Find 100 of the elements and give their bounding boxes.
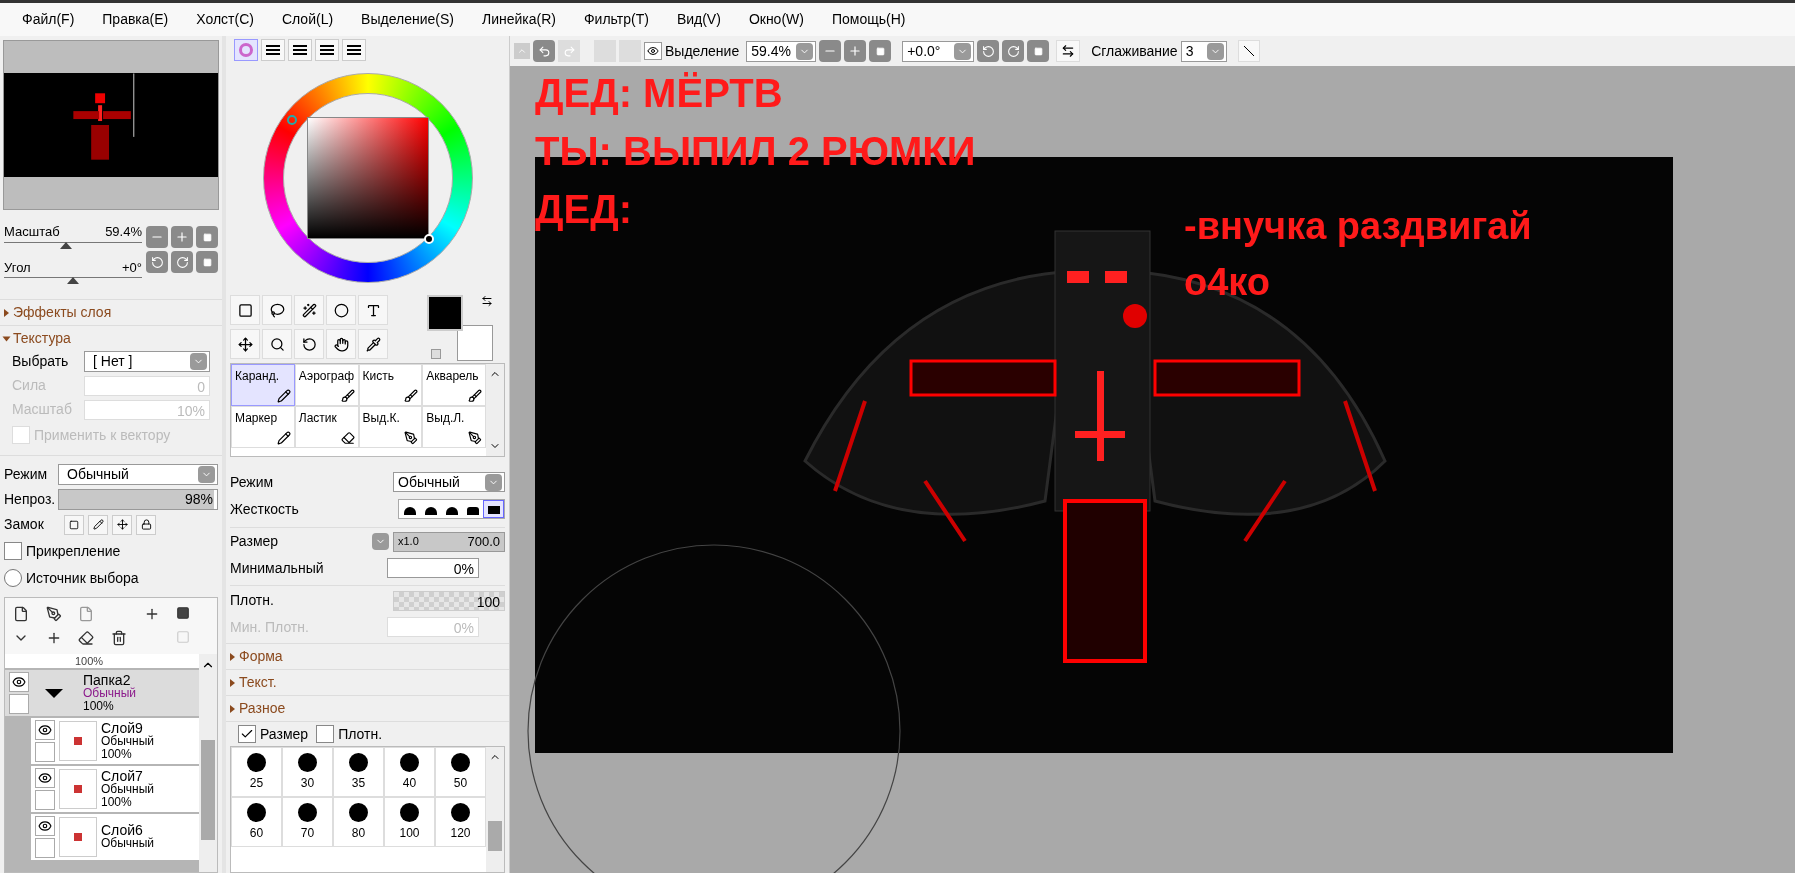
saturation-value-square[interactable] <box>306 117 429 239</box>
eyedropper-button[interactable] <box>358 329 388 359</box>
brush-size-preset[interactable]: 25 <box>231 747 282 797</box>
move-tool-button[interactable] <box>230 329 260 359</box>
min-size-field[interactable]: 0% <box>387 558 479 578</box>
layer-row[interactable]: Слой7 Обычный 100% <box>31 766 199 812</box>
reset-rotation-button[interactable] <box>1027 40 1050 62</box>
section-header[interactable]: Форма <box>226 643 509 669</box>
zoom-tool-button[interactable] <box>262 329 292 359</box>
transparent-color-icon[interactable] <box>431 349 441 359</box>
color-panel-tab[interactable] <box>342 39 366 61</box>
hardness-option[interactable] <box>483 500 504 518</box>
menu-item[interactable]: Окно(W) <box>734 9 818 30</box>
brush-size-preset[interactable]: 35 <box>333 747 384 797</box>
lock-paint-button[interactable] <box>88 514 108 535</box>
brush-slot[interactable]: Ластик <box>294 406 359 448</box>
lock-move-button[interactable] <box>112 514 132 535</box>
reset-rotation-button[interactable] <box>196 251 218 273</box>
brush-size-preset[interactable]: 50 <box>435 747 486 797</box>
brush-slot[interactable]: Аэрограф <box>294 364 359 406</box>
brush-size-preset[interactable]: 70 <box>282 797 333 847</box>
lock-transparency-button[interactable] <box>64 514 84 535</box>
checkbox[interactable] <box>4 542 22 560</box>
color-marker-icon[interactable] <box>423 234 434 244</box>
scrollbar-thumb[interactable] <box>488 821 502 851</box>
brush-size-preset[interactable]: 80 <box>333 797 384 847</box>
rotate-left-button[interactable] <box>977 40 1000 62</box>
selection-visibility-button[interactable] <box>644 42 662 60</box>
shape-tool-button[interactable] <box>326 295 356 325</box>
menu-item[interactable]: Правка(E) <box>88 9 183 30</box>
brush-slot[interactable]: Каранд. <box>231 364 295 406</box>
hue-marker-icon[interactable] <box>286 115 297 125</box>
scrollbar[interactable] <box>199 654 217 872</box>
secondary-color-swatch[interactable] <box>457 325 493 361</box>
menu-item[interactable]: Файл(F) <box>8 9 89 30</box>
opacity-slider[interactable]: 98% <box>58 489 218 510</box>
layer-row[interactable]: Слой9 Обычный 100% <box>31 718 199 764</box>
menu-item[interactable]: Фильтр(T) <box>569 9 663 30</box>
checkbox[interactable] <box>238 725 256 743</box>
menu-item[interactable]: Выделение(S) <box>347 9 468 30</box>
primary-color-swatch[interactable] <box>427 295 463 331</box>
undo-button[interactable] <box>533 40 555 62</box>
slider-thumb[interactable] <box>67 277 79 284</box>
scrollbar-thumb[interactable] <box>201 740 215 840</box>
texture-dropdown[interactable]: [ Нет ] <box>84 351 210 372</box>
color-panel-tab[interactable] <box>234 39 258 61</box>
brush-slot[interactable]: Кисть <box>358 364 423 406</box>
menu-item[interactable]: Слой(L) <box>267 9 348 30</box>
menu-item[interactable]: Помощь(H) <box>817 9 920 30</box>
scrollbar[interactable] <box>486 747 504 872</box>
rotate-tool-button[interactable] <box>294 329 324 359</box>
folder-expand-icon[interactable] <box>45 688 63 698</box>
flip-button[interactable] <box>1056 40 1081 62</box>
color-panel-tab[interactable] <box>261 39 285 61</box>
brush-size-preset[interactable]: 30 <box>282 747 333 797</box>
menu-item[interactable]: Линейка(R) <box>467 9 570 30</box>
zoom-in-button[interactable] <box>844 40 867 62</box>
menu-item[interactable]: Вид(V) <box>662 9 735 30</box>
rotate-right-button[interactable] <box>171 251 193 273</box>
brush-size-preset[interactable]: 100 <box>384 797 435 847</box>
blend-mode-dropdown[interactable]: Обычный <box>58 464 218 485</box>
visibility-toggle[interactable] <box>35 720 55 740</box>
magic-wand-button[interactable] <box>294 295 324 325</box>
visibility-toggle[interactable] <box>9 672 29 692</box>
zoom-out-button[interactable] <box>819 40 842 62</box>
dropdown-button[interactable] <box>1206 42 1224 60</box>
scrollbar[interactable] <box>486 364 504 456</box>
brush-size-preset[interactable]: 60 <box>231 797 282 847</box>
brush-mode-dropdown[interactable]: Обычный <box>393 472 505 492</box>
color-panel-tab[interactable] <box>288 39 312 61</box>
section-header[interactable]: Разное <box>226 695 509 721</box>
hand-tool-button[interactable] <box>326 329 356 359</box>
dropdown-button[interactable] <box>485 473 502 491</box>
rotate-left-button[interactable] <box>146 251 168 273</box>
layer-row[interactable]: Слой6 Обычный <box>31 814 199 860</box>
color-panel-tab[interactable] <box>315 39 339 61</box>
dropdown-button[interactable] <box>796 42 814 60</box>
folder-row[interactable]: Папка2 Обычный 100% <box>5 670 199 716</box>
rotate-right-button[interactable] <box>1002 40 1025 62</box>
navigator-preview[interactable] <box>3 40 219 210</box>
swap-colors-button[interactable] <box>481 295 493 307</box>
brush-size-preset[interactable]: 40 <box>384 747 435 797</box>
reset-zoom-button[interactable] <box>869 40 892 62</box>
angle-dropdown[interactable]: +0.0° <box>902 40 975 62</box>
density-slider[interactable]: 100 <box>393 590 505 611</box>
smoothing-dropdown[interactable]: 3 <box>1180 40 1227 62</box>
brush-slot[interactable]: Маркер <box>231 406 295 448</box>
size-slider[interactable]: x1.0 700.0 <box>393 531 505 552</box>
menu-item[interactable]: Холст(C) <box>182 9 268 30</box>
lock-all-button[interactable] <box>136 514 156 535</box>
brush-slot[interactable]: Выд.К. <box>358 406 423 448</box>
visibility-toggle[interactable] <box>35 816 55 836</box>
radio-button[interactable] <box>4 569 22 587</box>
visibility-toggle[interactable] <box>35 768 55 788</box>
brush-slot[interactable]: Выд.Л. <box>422 406 486 448</box>
zoom-dropdown[interactable]: 59.4% <box>746 40 817 62</box>
text-tool-button[interactable] <box>358 295 388 325</box>
dropdown-button[interactable] <box>954 42 972 60</box>
checkbox[interactable] <box>316 725 335 743</box>
brush-slot[interactable]: Акварель <box>422 364 486 406</box>
